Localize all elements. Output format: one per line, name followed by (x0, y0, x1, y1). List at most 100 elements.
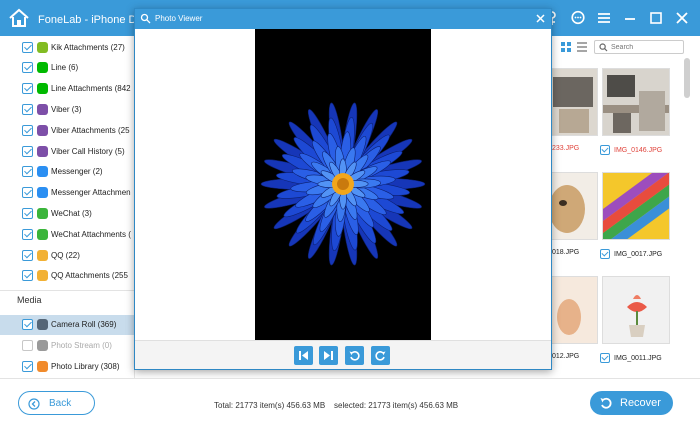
sidebar-item[interactable]: Photo Library (308) (0, 356, 134, 376)
sidebar-item-checkbox[interactable] (22, 228, 33, 240)
sidebar-item-label: Camera Roll (369) (51, 320, 117, 330)
thumbnail-checkbox[interactable] (600, 145, 610, 155)
line-icon (37, 62, 48, 74)
photo-thumbnail[interactable] (602, 172, 670, 240)
sidebar-item-checkbox[interactable] (22, 83, 33, 95)
sidebar-item-label: Photo Library (308) (51, 361, 120, 371)
photo-image (603, 173, 669, 239)
thumbnail-checkbox[interactable] (600, 353, 610, 363)
sidebar-item-checkbox[interactable] (22, 339, 33, 351)
rotate-left-button[interactable] (345, 346, 364, 365)
messenger-icon (37, 187, 48, 199)
sidebar-item[interactable]: Viber Call History (5) (0, 141, 134, 161)
sidebar-item-label: Viber Attachments (25 (51, 125, 130, 135)
viewer-close-icon[interactable] (535, 13, 546, 24)
sidebar-item[interactable]: Viber Attachments (25 (0, 120, 134, 140)
thumbnail-label[interactable]: IMG_0017.JPG (600, 249, 662, 259)
sidebar-item-label: Messenger (2) (51, 167, 103, 177)
photo-image (603, 69, 669, 135)
sidebar-item-checkbox[interactable] (22, 124, 33, 136)
search-input[interactable] (611, 42, 681, 52)
photo-thumbnail[interactable] (602, 276, 670, 344)
sidebar-item-label: Line (6) (51, 63, 79, 73)
photo-viewer-dialog: Photo Viewer (134, 8, 552, 370)
recover-button[interactable]: Recover (590, 391, 673, 415)
skip-forward-icon (324, 351, 333, 360)
sidebar-item-checkbox[interactable] (22, 187, 33, 199)
maximize-icon[interactable] (648, 10, 664, 26)
sidebar-item-label: WeChat Attachments ( (51, 229, 131, 239)
first-photo-button[interactable] (294, 346, 313, 365)
sidebar-item-checkbox[interactable] (22, 249, 33, 261)
back-label: Back (49, 397, 72, 409)
status-text: Total: 21773 item(s) 456.63 MB selected:… (214, 401, 459, 410)
sidebar-item-checkbox[interactable] (22, 319, 33, 331)
thumbnail-label[interactable]: IMG_0146.JPG (600, 145, 662, 155)
home-icon[interactable] (8, 7, 30, 29)
sidebar-item-checkbox[interactable] (22, 166, 33, 178)
rotate-right-button[interactable] (371, 346, 390, 365)
sidebar-item-checkbox[interactable] (22, 207, 33, 219)
minimize-icon[interactable] (622, 10, 638, 26)
viber-icon (37, 103, 48, 115)
viber-icon (37, 124, 48, 136)
search-box[interactable] (594, 40, 684, 54)
sidebar-item-checkbox[interactable] (22, 360, 33, 372)
wechat-icon (37, 207, 48, 219)
section-divider (0, 289, 134, 291)
line-icon (37, 83, 48, 95)
sidebar-item-checkbox[interactable] (22, 62, 33, 74)
search-icon (599, 43, 608, 52)
sidebar-item-checkbox[interactable] (22, 41, 33, 53)
flower-center-inner (337, 178, 349, 190)
sidebar-item-label: Line Attachments (842 (51, 84, 131, 94)
photo-viewer-title: Photo Viewer (155, 14, 203, 23)
sidebar-item-label: Messenger Attachmen (51, 188, 131, 198)
viewer-app-icon (140, 13, 151, 24)
back-arrow-icon (28, 398, 40, 410)
sidebar-item[interactable]: WeChat (3) (0, 203, 134, 223)
recover-icon (600, 397, 612, 409)
qq-icon (37, 249, 48, 261)
media-section-title: Media (17, 294, 42, 305)
photo-thumbnail[interactable] (602, 68, 670, 136)
sidebar-item-label: Viber (3) (51, 104, 82, 114)
thumbnail-checkbox[interactable] (600, 249, 610, 259)
chat-icon[interactable] (570, 10, 586, 26)
list-view-icon[interactable] (576, 41, 588, 53)
viber-icon (37, 145, 48, 157)
sidebar-item[interactable]: WeChat Attachments ( (0, 224, 134, 244)
sidebar-item-checkbox[interactable] (22, 270, 33, 282)
grid-view-icon[interactable] (560, 41, 572, 53)
back-button[interactable]: Back (18, 391, 95, 415)
viewer-controls (135, 340, 551, 369)
photo-image (603, 277, 669, 343)
sidebar-item[interactable]: Line Attachments (842 (0, 79, 134, 99)
window-close-icon[interactable] (674, 10, 690, 26)
recover-label: Recover (620, 397, 661, 409)
sidebar-item-label: Viber Call History (5) (51, 146, 125, 156)
sidebar-item[interactable]: Viber (3) (0, 99, 134, 119)
menu-icon[interactable] (596, 10, 612, 26)
skip-back-icon (299, 351, 308, 360)
scrollbar[interactable] (684, 58, 690, 98)
rotate-left-icon (349, 351, 360, 361)
photo-stream-icon (37, 339, 48, 351)
thumbnail-label[interactable]: IMG_0011.JPG (600, 353, 662, 363)
sidebar-item[interactable]: Messenger Attachmen (0, 183, 134, 203)
sidebar-item-checkbox[interactable] (22, 103, 33, 115)
thumbnail-label: 018.JPG (552, 249, 580, 256)
view-toolbar (552, 38, 700, 56)
sidebar-item[interactable]: Photo Stream (0) (0, 335, 134, 355)
camera-icon (37, 319, 48, 331)
last-photo-button[interactable] (319, 346, 338, 365)
sidebar-item[interactable]: Camera Roll (369) (0, 314, 134, 335)
photo-preview (255, 29, 431, 340)
sidebar-item-checkbox[interactable] (22, 145, 33, 157)
sidebar-item[interactable]: Kik Attachments (27) (0, 37, 134, 57)
sidebar-item[interactable]: QQ Attachments (255 (0, 266, 134, 286)
wechat-icon (37, 228, 48, 240)
sidebar-item[interactable]: QQ (22) (0, 245, 134, 265)
sidebar-item[interactable]: Messenger (2) (0, 162, 134, 182)
sidebar-item[interactable]: Line (6) (0, 58, 134, 78)
